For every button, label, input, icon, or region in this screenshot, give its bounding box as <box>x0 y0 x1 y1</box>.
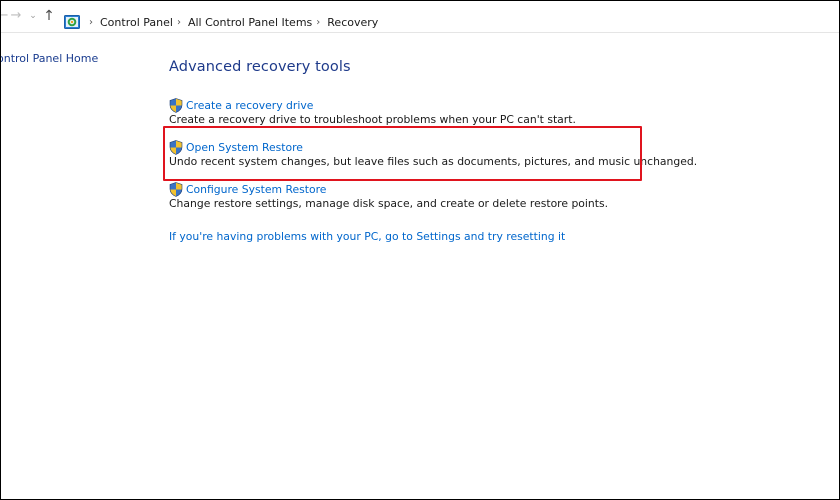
create-recovery-drive-link[interactable]: Create a recovery drive <box>169 97 689 113</box>
control-panel-home-link[interactable]: ontrol Panel Home <box>1 52 98 65</box>
breadcrumb-control-panel[interactable]: Control Panel <box>100 16 173 29</box>
chevron-right-icon[interactable]: › <box>177 17 181 28</box>
address-bar: ← → ⌄ ↑ › Control Panel › All Control Pa… <box>1 1 839 33</box>
uac-shield-icon <box>169 97 183 113</box>
task-create-recovery-drive: Create a recovery drive Create a recover… <box>169 97 689 127</box>
window: ← → ⌄ ↑ › Control Panel › All Control Pa… <box>0 0 840 500</box>
reset-pc-link[interactable]: If you're having problems with your PC, … <box>169 230 565 243</box>
recent-locations-icon[interactable]: ⌄ <box>26 9 40 23</box>
task-description: Change restore settings, manage disk spa… <box>169 197 609 210</box>
control-panel-icon <box>64 15 80 29</box>
breadcrumb-all-items[interactable]: All Control Panel Items <box>188 16 312 29</box>
configure-system-restore-link[interactable]: Configure System Restore <box>169 181 689 197</box>
breadcrumb: › Control Panel › All Control Panel Item… <box>85 14 378 30</box>
task-link-label[interactable]: Configure System Restore <box>186 183 326 196</box>
task-configure-system-restore: Configure System Restore Change restore … <box>169 181 689 211</box>
highlight-box <box>163 126 642 181</box>
chevron-right-icon[interactable]: › <box>316 17 320 28</box>
page-title: Advanced recovery tools <box>169 59 351 75</box>
up-arrow-icon[interactable]: ↑ <box>42 9 56 23</box>
task-link-label[interactable]: Create a recovery drive <box>186 99 313 112</box>
chevron-right-icon: › <box>89 16 93 28</box>
task-description: Create a recovery drive to troubleshoot … <box>169 113 576 126</box>
forward-arrow-icon[interactable]: → <box>9 9 23 23</box>
breadcrumb-recovery[interactable]: Recovery <box>327 16 378 29</box>
uac-shield-icon <box>169 181 183 197</box>
